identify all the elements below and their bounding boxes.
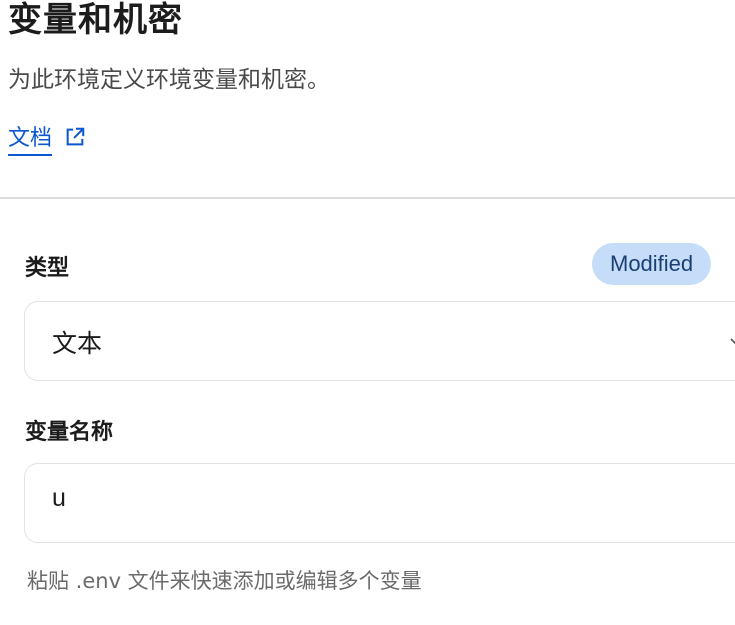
docs-link[interactable]: 文档 [8, 124, 86, 156]
type-select[interactable]: 文本 [24, 301, 735, 381]
external-link-icon [66, 127, 85, 146]
chevron-down-icon [730, 338, 735, 345]
modified-badge: Modified [592, 243, 712, 285]
docs-link-label: 文档 [8, 124, 53, 156]
type-select-value: 文本 [52, 329, 103, 358]
section-title: 变量和机密 [8, 0, 183, 40]
env-paste-hint: 粘贴 .env 文件来快速添加或编辑多个变量 [27, 569, 422, 593]
variable-name-field[interactable] [24, 463, 735, 543]
variable-name-label: 变量名称 [25, 420, 114, 445]
section-description: 为此环境定义环境变量和机密。 [8, 67, 330, 93]
section-divider [0, 197, 735, 199]
variable-name-input[interactable] [52, 484, 702, 513]
type-label: 类型 [25, 256, 70, 281]
env-variables-panel: 变量和机密 为此环境定义环境变量和机密。 文档 类型 Modified 文本 变… [0, 0, 735, 625]
